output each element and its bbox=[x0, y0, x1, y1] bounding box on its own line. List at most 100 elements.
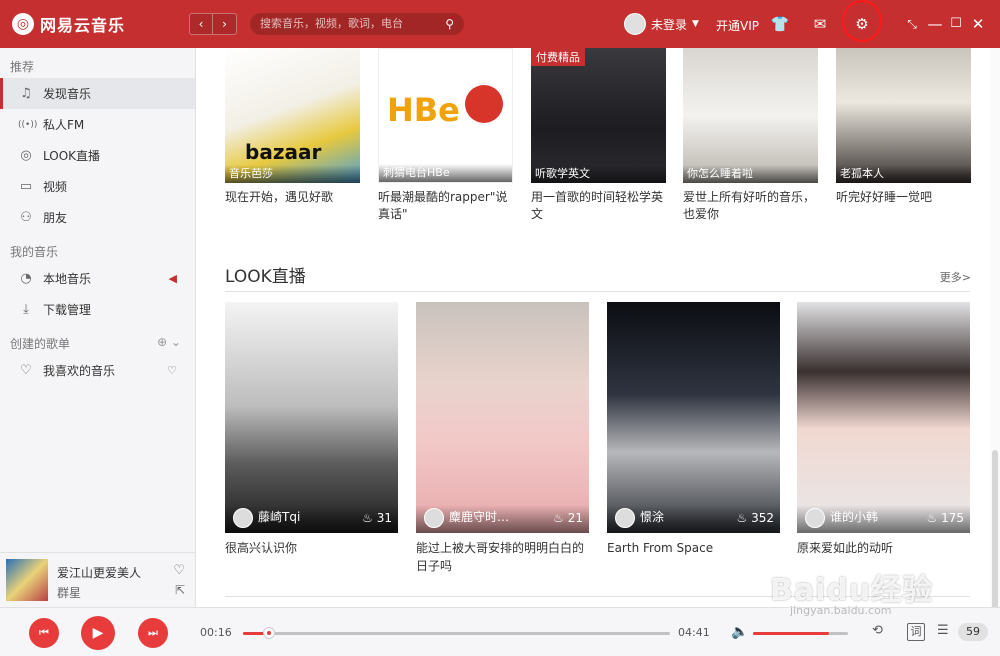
streamer-name: 藤崎Tqi bbox=[258, 510, 301, 524]
volume-slider[interactable] bbox=[753, 632, 848, 635]
sidebar-section-title: 推荐 bbox=[10, 60, 35, 74]
sidebar-item-look[interactable]: ◎ LOOK直播 bbox=[0, 140, 195, 171]
live-title[interactable]: 很高兴认识你 bbox=[225, 539, 398, 557]
forward-button[interactable]: › bbox=[213, 13, 237, 35]
next-button[interactable]: ⏭ bbox=[138, 618, 168, 648]
live-title[interactable]: 原来爱如此的动听 bbox=[797, 539, 970, 557]
live-title[interactable]: Earth From Space bbox=[607, 539, 780, 557]
flame-icon: ♨ bbox=[926, 511, 938, 525]
login-status: 未登录 bbox=[651, 17, 688, 32]
vip-button[interactable]: 开通VIP bbox=[716, 17, 759, 34]
streamer-name: 麋鹿守时… bbox=[449, 510, 510, 524]
playlist-cover[interactable]: 你怎么睡着啦 bbox=[683, 48, 818, 183]
progress-bar[interactable] bbox=[243, 627, 670, 639]
app-logo[interactable]: ◎ 网易云音乐 bbox=[12, 12, 125, 36]
live-card[interactable]: 麋鹿守时… ♨ 21 能过上被大哥安排的明明白白的日子吗 bbox=[416, 302, 589, 575]
playlist-title[interactable]: 爱世上所有好听的音乐，也爱你 bbox=[683, 189, 818, 223]
playlist-card[interactable]: 老孤本人 听完好好睡一觉吧 bbox=[836, 48, 971, 206]
sidebar-item-label: LOOK直播 bbox=[43, 149, 101, 163]
minimize-icon[interactable]: — bbox=[925, 14, 945, 34]
playlist-cover[interactable]: 老孤本人 bbox=[836, 48, 971, 183]
volume-icon[interactable]: 🔈 bbox=[731, 624, 748, 640]
total-time: 04:41 bbox=[678, 626, 710, 639]
app-name: 网易云音乐 bbox=[40, 16, 126, 35]
sidebar-item-friends[interactable]: ⚇ 朋友 bbox=[0, 202, 195, 233]
play-button[interactable]: ▶ bbox=[81, 616, 115, 650]
settings-highlight-circle bbox=[842, 0, 882, 42]
mail-icon[interactable]: ✉ bbox=[810, 14, 830, 34]
scrollbar-thumb[interactable] bbox=[992, 450, 998, 630]
viewer-count: ♨ 21 bbox=[553, 511, 583, 525]
sidebar-item-video[interactable]: ▭ 视频 bbox=[0, 171, 195, 202]
avatar bbox=[233, 508, 253, 528]
loop-mode-icon[interactable]: ⟲ bbox=[872, 623, 883, 638]
mini-mode-icon[interactable]: ⤡ bbox=[902, 14, 922, 34]
previous-button[interactable]: ⏮ bbox=[29, 618, 59, 648]
sidebar-item-downloads[interactable]: ⤓ 下载管理 bbox=[0, 294, 195, 325]
sidebar-item-label: 视频 bbox=[43, 180, 68, 194]
more-link[interactable]: 更多> bbox=[940, 269, 971, 285]
song-artist[interactable]: 群星 bbox=[57, 584, 81, 601]
playlist-caption: 你怎么睡着啦 bbox=[683, 165, 818, 183]
live-cover[interactable]: 憬涂 ♨ 352 bbox=[607, 302, 780, 533]
playlist-cover[interactable]: bazaar 音乐芭莎 bbox=[225, 48, 360, 183]
playlist-card[interactable]: 你怎么睡着啦 爱世上所有好听的音乐，也爱你 bbox=[683, 48, 818, 223]
add-playlist-icon[interactable]: ⊕ ⌄ bbox=[157, 335, 181, 349]
viewer-count-value: 21 bbox=[567, 511, 583, 525]
playlist-icon[interactable]: ☰ bbox=[937, 623, 949, 638]
sidebar-item-discover[interactable]: ♫ 发现音乐 bbox=[0, 78, 195, 109]
live-cover[interactable]: 谁的小韩 ♨ 175 bbox=[797, 302, 970, 533]
sidebar-item-fm[interactable]: ((•)) 私人FM bbox=[0, 109, 195, 140]
bazaar-art-icon: bazaar bbox=[245, 140, 322, 164]
like-icon[interactable]: ♡ bbox=[173, 563, 185, 578]
sidebar-item-label: 私人FM bbox=[43, 118, 85, 132]
lyrics-button[interactable]: 词 bbox=[907, 623, 925, 641]
playlist-caption: 刺猬电台HBe bbox=[379, 164, 512, 182]
playlist-card[interactable]: bazaar 音乐芭莎 现在开始，遇见好歌 bbox=[225, 48, 360, 206]
speaker-playing-icon: ◀ bbox=[168, 272, 177, 285]
live-card[interactable]: 藤崎Tqi ♨ 31 很高兴认识你 bbox=[225, 302, 398, 557]
now-playing[interactable]: 爱江山更爱美人 群星 ♡ ⇱ bbox=[0, 552, 196, 607]
playlist-cover[interactable]: 付费精品 听歌学英文 bbox=[531, 48, 666, 183]
history-nav: ‹ › bbox=[189, 13, 237, 35]
heartbeat-mode-icon[interactable]: ♡ bbox=[167, 364, 177, 377]
playlist-title[interactable]: 听最潮最酷的rapper"说真话" bbox=[378, 189, 513, 223]
live-card[interactable]: 憬涂 ♨ 352 Earth From Space bbox=[607, 302, 780, 557]
section-divider bbox=[225, 291, 970, 292]
album-cover[interactable] bbox=[6, 559, 48, 601]
playlist-title[interactable]: 听完好好睡一觉吧 bbox=[836, 189, 971, 206]
avatar[interactable] bbox=[624, 13, 646, 35]
live-icon: ◎ bbox=[20, 148, 32, 163]
playlist-card[interactable]: 付费精品 听歌学英文 用一首歌的时间轻松学英文 bbox=[531, 48, 666, 223]
flame-icon: ♨ bbox=[553, 511, 564, 525]
share-icon[interactable]: ⇱ bbox=[175, 583, 185, 597]
live-title[interactable]: 能过上被大哥安排的明明白白的日子吗 bbox=[416, 539, 589, 575]
radio-icon: ((•)) bbox=[18, 119, 38, 130]
live-cover[interactable]: 藤崎Tqi ♨ 31 bbox=[225, 302, 398, 533]
sidebar-item-local[interactable]: ◔ 本地音乐 ◀ bbox=[0, 263, 195, 294]
look-section-title[interactable]: LOOK直播 bbox=[225, 262, 306, 287]
maximize-icon[interactable]: ☐ bbox=[946, 14, 966, 34]
sidebar-section-title-playlists: 创建的歌单 ⊕ ⌄ bbox=[0, 325, 195, 355]
close-icon[interactable]: ✕ bbox=[968, 14, 988, 34]
search-icon[interactable]: ⚲ bbox=[445, 13, 454, 35]
live-card[interactable]: 谁的小韩 ♨ 175 原来爱如此的动听 bbox=[797, 302, 970, 557]
progress-knob[interactable] bbox=[262, 627, 275, 639]
back-button[interactable]: ‹ bbox=[189, 13, 213, 35]
sidebar-item-liked[interactable]: ♡ 我喜欢的音乐 ♡ bbox=[0, 355, 195, 386]
live-cover[interactable]: 麋鹿守时… ♨ 21 bbox=[416, 302, 589, 533]
skin-icon[interactable]: 👕 bbox=[770, 14, 790, 34]
user-menu[interactable]: 未登录 ▼ bbox=[624, 13, 699, 35]
playlist-title[interactable]: 用一首歌的时间轻松学英文 bbox=[531, 189, 666, 223]
viewer-count-value: 352 bbox=[751, 511, 774, 525]
playlist-count[interactable]: 59 bbox=[958, 623, 988, 641]
playlist-caption: 听歌学英文 bbox=[531, 165, 666, 183]
heart-icon: ♡ bbox=[20, 363, 32, 378]
playlist-title[interactable]: 现在开始，遇见好歌 bbox=[225, 189, 360, 206]
playlist-card[interactable]: HBe 刺猬电台HBe 听最潮最酷的rapper"说真话" bbox=[378, 48, 513, 223]
avatar bbox=[805, 508, 825, 528]
scrollbar[interactable] bbox=[990, 48, 1000, 630]
playlist-cover[interactable]: HBe 刺猬电台HBe bbox=[378, 48, 513, 183]
sidebar-item-label: 我喜欢的音乐 bbox=[43, 364, 116, 378]
search-input[interactable]: 搜索音乐，视频，歌词，电台 ⚲ bbox=[250, 13, 464, 35]
